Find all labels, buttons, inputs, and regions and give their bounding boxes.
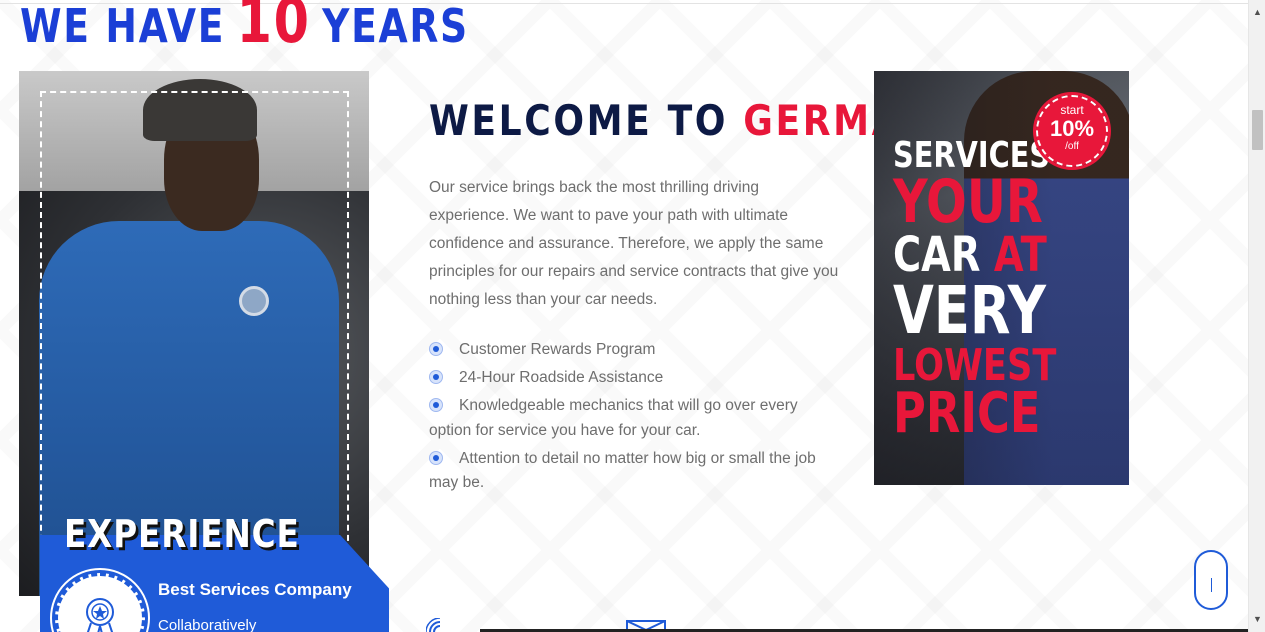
promo-text: SERVICES YOUR CAR AT VERY LOWEST PRICE	[893, 137, 1085, 446]
scrollbar-thumb[interactable]	[1252, 110, 1263, 150]
bullet-icon	[429, 370, 443, 384]
promo-line-your: YOUR	[893, 167, 1043, 238]
dashed-frame	[40, 91, 349, 561]
feature-list: Customer Rewards Program 24-Hour Roadsid…	[429, 338, 839, 499]
feature-text: Knowledgeable mechanics that will go ove…	[429, 397, 798, 439]
feature-item: Knowledgeable mechanics that will go ove…	[429, 394, 839, 443]
welcome-intro: Our service brings back the most thrilli…	[429, 179, 839, 308]
bullet-icon	[429, 342, 443, 356]
experience-title: EXPERIENCE	[64, 512, 300, 556]
welcome-prefix: WELCOME TO	[429, 96, 729, 145]
feature-item: Customer Rewards Program	[429, 338, 839, 363]
bullet-icon	[429, 398, 443, 412]
discount-off: /off	[1065, 141, 1079, 152]
feature-text: 24-Hour Roadside Assistance	[459, 369, 664, 386]
scroll-down-arrow-icon[interactable]: ▼	[1249, 611, 1265, 628]
promo-line-very: VERY	[893, 272, 1046, 350]
experience-headline: WE HAVE 10 YEARS	[20, 0, 469, 57]
feature-item: 24-Hour Roadside Assistance	[429, 366, 839, 391]
feature-item: Attention to detail no matter how big or…	[429, 447, 839, 496]
scroll-to-top-button[interactable]	[1194, 550, 1228, 610]
company-title: Best Services Company	[158, 580, 352, 599]
headline-number: 10	[236, 0, 311, 57]
welcome-heading: WELCOME TO GERMAN	[429, 96, 935, 145]
signal-icon	[426, 618, 441, 632]
discount-percent: 10%	[1049, 116, 1095, 141]
discount-badge: start 10% /off	[1033, 92, 1111, 170]
feature-text: Customer Rewards Program	[459, 341, 656, 358]
feature-text: Attention to detail no matter how big or…	[429, 449, 816, 492]
bullet-icon	[429, 450, 443, 465]
company-subtitle: Collaboratively	[158, 617, 257, 632]
vertical-scrollbar[interactable]: ▲ ▼	[1248, 0, 1265, 632]
headline-end: YEARS	[322, 0, 469, 53]
promo-line-price: PRICE	[893, 380, 1041, 446]
scroll-up-arrow-icon[interactable]: ▲	[1249, 4, 1265, 21]
headline-start: WE HAVE	[20, 0, 226, 53]
discount-start: start	[1060, 103, 1084, 117]
